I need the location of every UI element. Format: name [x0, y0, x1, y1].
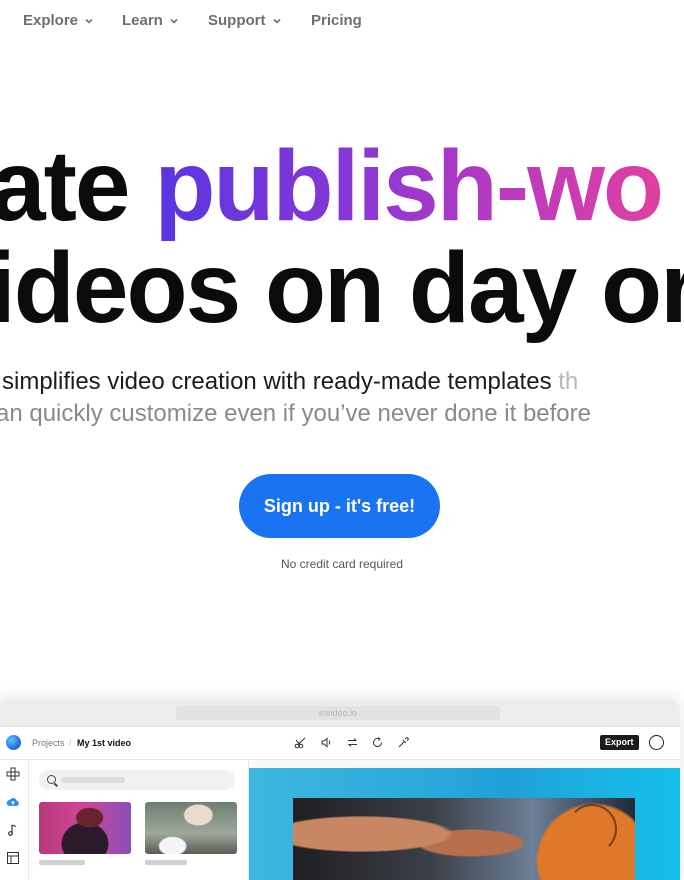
volume-icon[interactable] — [320, 736, 333, 749]
signup-button[interactable]: Sign up - it's free! — [239, 474, 440, 538]
hero-headline-plain: ate — [0, 130, 155, 242]
browser-titlebar: invideo.io — [0, 700, 680, 727]
hero-headline-line1: ate publish-wo — [0, 136, 664, 236]
chevron-down-icon — [272, 18, 281, 24]
eyedropper-icon[interactable] — [397, 736, 410, 749]
nav-explore[interactable]: Explore — [23, 12, 94, 29]
video-preview-area — [249, 760, 680, 880]
media-thumbnail-2[interactable] — [145, 802, 237, 854]
nav-explore-label: Explore — [23, 12, 79, 29]
breadcrumb-current: My 1st video — [77, 738, 132, 748]
user-account-icon[interactable] — [649, 735, 664, 750]
media-thumbnail-1[interactable] — [39, 802, 131, 854]
upload-cloud-icon[interactable] — [6, 795, 20, 809]
search-placeholder-bar — [61, 777, 125, 783]
app-window-preview: invideo.io Projects / My 1st video Expor… — [0, 700, 680, 880]
editor-side-rail — [0, 760, 29, 880]
nav-support[interactable]: Support — [208, 12, 282, 29]
hero-subtitle-faded: th — [558, 368, 579, 395]
breadcrumb-projects[interactable]: Projects — [32, 738, 65, 748]
music-icon[interactable] — [6, 823, 20, 837]
breadcrumb-separator: / — [69, 738, 72, 748]
editor-toolbar: Projects / My 1st video Export — [0, 727, 680, 760]
hero-headline-gradient: publish-wo — [154, 130, 664, 242]
top-nav: Explore Learn Support Pricing — [0, 0, 684, 44]
media-search-input[interactable] — [39, 770, 235, 790]
swap-icon[interactable] — [346, 736, 359, 749]
layout-icon[interactable] — [6, 767, 20, 781]
basketball-seam — [567, 804, 617, 854]
hero-subtitle-line1: simplifies video creation with ready-mad… — [2, 370, 578, 394]
hero-subtitle-text: simplifies video creation with ready-mad… — [2, 368, 559, 395]
nav-learn-label: Learn — [122, 12, 163, 29]
chevron-down-icon — [170, 18, 178, 24]
url-bar: invideo.io — [176, 706, 500, 720]
rotate-icon[interactable] — [371, 736, 384, 749]
hero-headline-line2: ideos on day or — [0, 232, 684, 344]
preview-canvas — [249, 768, 680, 880]
no-credit-card-note: No credit card required — [280, 557, 404, 571]
invideo-logo-icon — [6, 735, 21, 750]
hero-subtitle-line2: an quickly customize even if you’ve neve… — [0, 400, 591, 427]
nav-pricing-label: Pricing — [311, 12, 362, 29]
export-button[interactable]: Export — [600, 735, 639, 750]
nav-learn[interactable]: Learn — [122, 12, 179, 29]
nav-support-label: Support — [208, 12, 266, 29]
media-panel — [29, 760, 249, 880]
scissors-icon[interactable] — [294, 736, 307, 749]
search-icon — [47, 775, 56, 784]
nav-pricing[interactable]: Pricing — [311, 12, 362, 29]
chevron-down-icon — [85, 18, 93, 24]
